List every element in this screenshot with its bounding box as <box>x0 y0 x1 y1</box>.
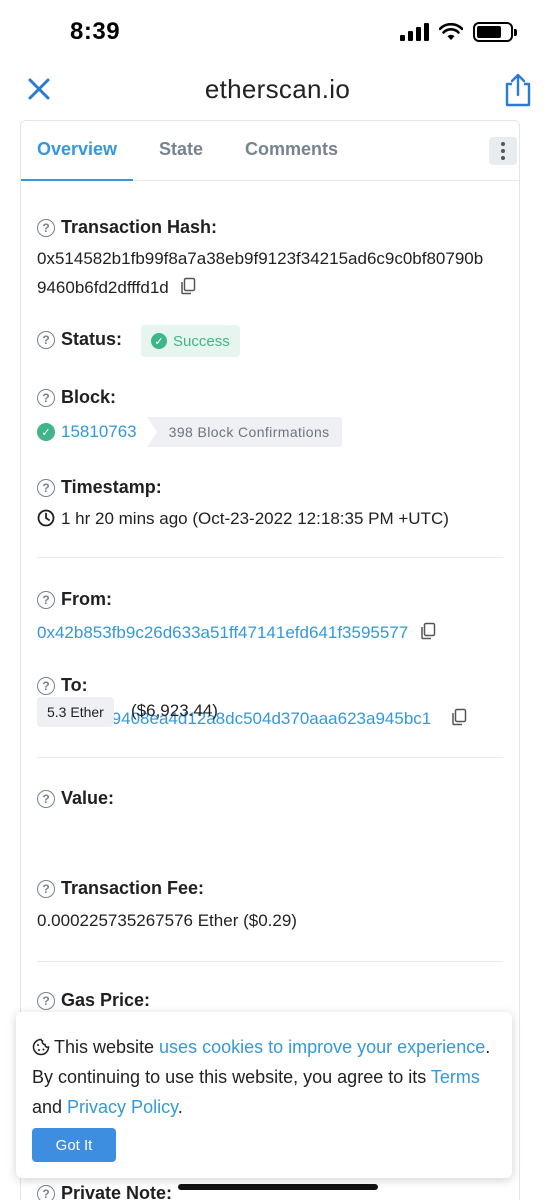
divider <box>37 557 503 558</box>
share-icon[interactable] <box>503 72 533 108</box>
cookie-policy-link[interactable]: uses cookies to improve your experience <box>159 1037 485 1057</box>
timestamp-label: ? Timestamp: <box>37 477 162 498</box>
tab-comments[interactable]: Comments <box>245 139 338 160</box>
value-label: ? Value: <box>37 788 114 809</box>
cookie-message: This website uses cookies to improve you… <box>32 1037 491 1117</box>
cellular-signal-icon <box>400 23 429 41</box>
tab-bar: Overview State Comments <box>21 121 519 181</box>
browser-header: etherscan.io <box>0 62 555 120</box>
block-confirmations-badge: 398 Block Confirmations <box>146 417 342 447</box>
timestamp-value: 1 hr 20 mins ago (Oct-23-2022 12:18:35 P… <box>37 509 449 529</box>
fee-value: 0.000225735267576 Ether ($0.29) <box>37 911 297 930</box>
from-address-link[interactable]: 0x42b853fb9c26d633a51ff47141efd641f35955… <box>37 623 408 642</box>
got-it-button[interactable]: Got It <box>32 1128 116 1162</box>
copy-icon[interactable] <box>450 708 468 726</box>
gas-price-label: ? Gas Price: <box>37 990 150 1011</box>
status-icons <box>400 22 517 42</box>
to-label: ? To: <box>37 675 88 696</box>
wifi-icon <box>439 23 463 40</box>
status-label: ? Status: <box>37 329 122 350</box>
copy-icon[interactable] <box>179 277 197 295</box>
home-indicator <box>178 1184 378 1190</box>
help-icon[interactable]: ? <box>37 879 55 898</box>
from-address-row: 0x42b853fb9c26d633a51ff47141efd641f35955… <box>37 622 437 643</box>
help-icon[interactable]: ? <box>37 1184 55 1200</box>
privacy-policy-link[interactable]: Privacy Policy <box>67 1097 178 1117</box>
value-usd: ($6,923.44) <box>131 701 218 720</box>
tab-overview[interactable]: Overview <box>37 139 117 160</box>
block-number-link[interactable]: 15810763 <box>61 422 137 442</box>
fee-label: ? Transaction Fee: <box>37 878 204 899</box>
clock-icon <box>37 509 55 527</box>
from-label: ? From: <box>37 589 112 610</box>
tx-hash-value-line1: 0x514582b1fb99f8a7a38eb9f9123f34215ad6c9… <box>37 249 484 268</box>
status-badge: ✓ Success <box>141 325 240 357</box>
check-circle-icon: ✓ <box>37 423 55 441</box>
tx-hash-label: ? Transaction Hash: <box>37 217 217 238</box>
help-icon[interactable]: ? <box>37 789 55 808</box>
cookie-banner: This website uses cookies to improve you… <box>16 1012 512 1178</box>
value-amount-badge: 5.3 Ether <box>37 697 114 727</box>
tx-hash-value-line2: 9460b6fd2dfffd1d <box>37 277 197 298</box>
divider <box>37 757 503 758</box>
terms-link[interactable]: Terms <box>431 1067 480 1087</box>
active-tab-indicator <box>21 179 133 181</box>
status-time: 8:39 <box>70 18 121 45</box>
page-url: etherscan.io <box>204 74 351 104</box>
more-options-button[interactable] <box>489 137 517 165</box>
help-icon[interactable]: ? <box>37 388 55 407</box>
status-bar: 8:39 <box>0 0 555 62</box>
cookie-icon <box>32 1038 50 1056</box>
block-row: ✓ 15810763 398 Block Confirmations <box>37 417 342 447</box>
help-icon[interactable]: ? <box>37 478 55 497</box>
check-circle-icon: ✓ <box>151 333 167 349</box>
copy-icon[interactable] <box>419 622 437 640</box>
help-icon[interactable]: ? <box>37 218 55 237</box>
help-icon[interactable]: ? <box>37 991 55 1010</box>
tab-state[interactable]: State <box>159 139 203 160</box>
help-icon[interactable]: ? <box>37 676 55 695</box>
battery-icon <box>473 22 517 42</box>
help-icon[interactable]: ? <box>37 590 55 609</box>
private-note-label: ? Private Note: <box>37 1183 172 1200</box>
help-icon[interactable]: ? <box>37 330 55 349</box>
block-label: ? Block: <box>37 387 116 408</box>
divider <box>37 961 503 962</box>
